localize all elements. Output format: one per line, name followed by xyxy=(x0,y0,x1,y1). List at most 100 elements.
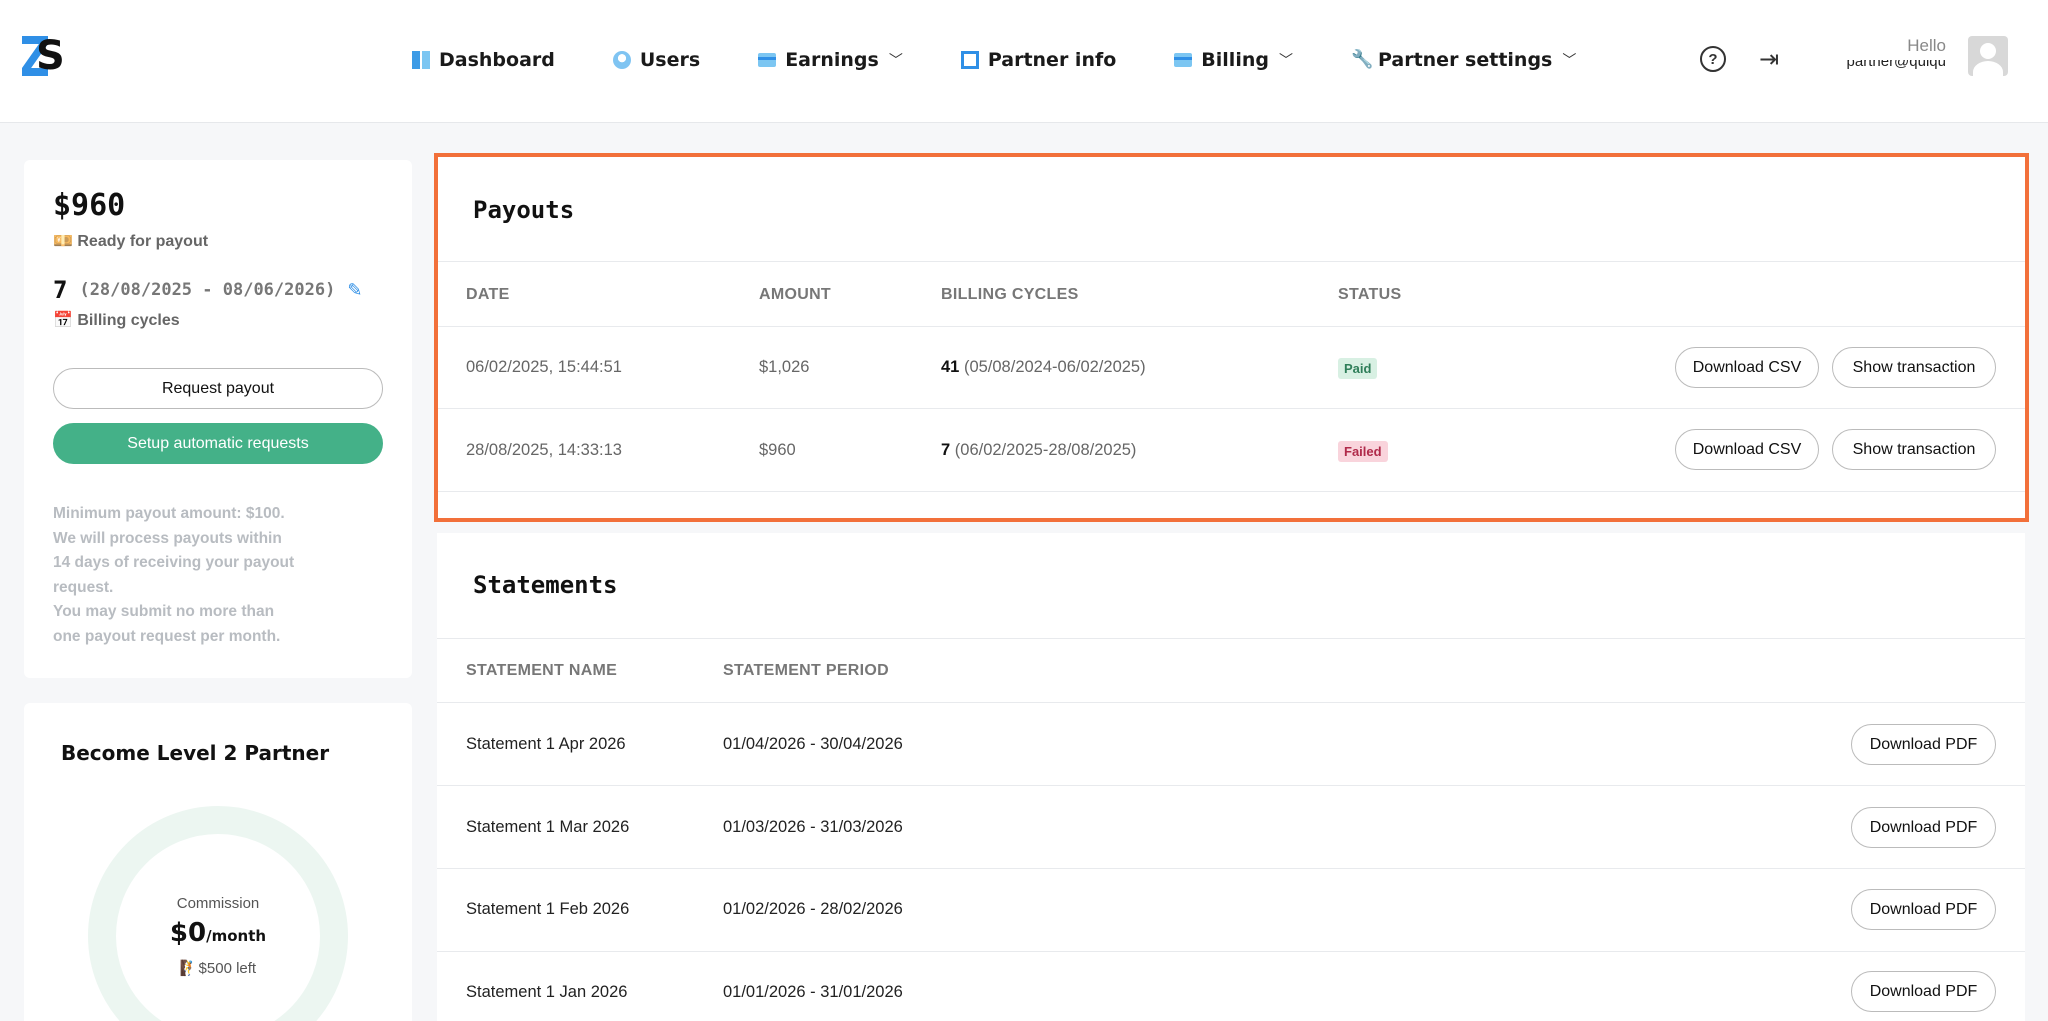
level-title: Become Level 2 Partner xyxy=(61,741,330,765)
nav-partner-settings-label: Partner settings xyxy=(1377,49,1553,71)
chevron-down-icon: ﹀ xyxy=(1562,53,1577,69)
dashboard-icon xyxy=(412,51,430,69)
divider xyxy=(437,261,2025,262)
setup-automatic-requests-button[interactable]: Setup automatic requests xyxy=(53,423,383,464)
user-name: partner@quiqu xyxy=(1846,60,1946,70)
nav-partner-info-label: Partner info xyxy=(987,49,1117,71)
nav-billing-label: Billing xyxy=(1201,49,1269,71)
nav-earnings-label: Earnings xyxy=(785,49,879,71)
payout-cycles-range: (05/08/2024-06/02/2025) xyxy=(959,358,1146,376)
hello-text: Hello xyxy=(1907,36,1946,55)
payout-info-line: You may submit no more than xyxy=(53,603,275,620)
payout-info-line: We will process payouts within xyxy=(53,529,282,547)
nav-billing[interactable]: Billing ﹀ xyxy=(1174,49,1293,71)
avatar[interactable] xyxy=(1968,36,2008,76)
divider xyxy=(437,326,2025,327)
nav-dashboard-label: Dashboard xyxy=(439,49,555,71)
statement-name: Statement 1 Jan 2026 xyxy=(466,983,628,1001)
payout-amount-cell: $960 xyxy=(759,441,796,459)
payout-info-text: Minimum payout amount: $100. We will pro… xyxy=(53,502,323,649)
column-header-date: DATE xyxy=(466,286,510,303)
wrench-icon: 🔧 xyxy=(1350,49,1374,70)
statement-name: Statement 1 Apr 2026 xyxy=(466,735,626,753)
column-header-status: STATUS xyxy=(1338,286,1402,303)
edit-pencil-icon[interactable]: ✎ xyxy=(347,280,362,301)
card-icon xyxy=(758,53,777,67)
commission-remaining: 🧗$500 left xyxy=(179,960,257,977)
balance-card: $960 💴 Ready for payout 7 (28/08/2025 - … xyxy=(24,160,412,678)
payout-info-line: 14 days of receiving your payout xyxy=(53,554,295,571)
download-csv-button[interactable]: Download CSV xyxy=(1675,429,1819,470)
nav-users-label: Users xyxy=(639,49,701,71)
nav-users[interactable]: Users xyxy=(612,49,701,71)
commission-unit: /month xyxy=(206,927,267,945)
payout-amount-cell: $1,026 xyxy=(759,358,810,376)
statement-period: 01/01/2026 - 31/01/2026 xyxy=(723,983,903,1001)
level-card: Become Level 2 Partner Commission $0/mon… xyxy=(24,703,412,1021)
payout-cycles-count: 7 xyxy=(941,441,951,459)
user-icon xyxy=(612,51,631,69)
payout-date: 28/08/2025, 14:33:13 xyxy=(466,441,622,459)
divider xyxy=(437,868,2025,869)
status-badge: Paid xyxy=(1338,358,1378,379)
payout-billing-cycles: 7 (06/02/2025-28/08/2025) xyxy=(941,441,1136,460)
ready-for-payout-label: 💴 Ready for payout xyxy=(53,233,209,250)
commission-value: $0/month xyxy=(24,918,412,948)
download-pdf-button[interactable]: Download PDF xyxy=(1851,889,1996,930)
commission-amount: $0 xyxy=(169,918,207,948)
nav-right: ? ⇥ Hello partner@quiqu xyxy=(1700,34,2008,84)
nav-earnings[interactable]: Earnings ﹀ xyxy=(758,49,903,71)
statement-name: Statement 1 Feb 2026 xyxy=(466,900,630,918)
download-pdf-button[interactable]: Download PDF xyxy=(1851,971,1996,1012)
user-menu[interactable]: Hello partner@quiqu xyxy=(1847,34,2008,84)
commission-label: Commission xyxy=(176,895,260,912)
statement-period: 01/04/2026 - 30/04/2026 xyxy=(723,735,903,753)
payout-cycles-count: 41 xyxy=(941,358,960,376)
billing-cycles-count: 7 xyxy=(53,276,68,304)
download-csv-button[interactable]: Download CSV xyxy=(1675,347,1819,388)
payout-amount: $960 xyxy=(53,188,126,223)
top-navigation: S Dashboard Users Earnings ﹀ Partner inf… xyxy=(0,0,2048,123)
payout-date: 06/02/2025, 15:44:51 xyxy=(466,358,622,376)
statement-name: Statement 1 Mar 2026 xyxy=(466,818,630,836)
payout-info-line: Minimum payout amount: $100. xyxy=(53,505,285,522)
divider xyxy=(437,638,2025,639)
payout-info-line: request. xyxy=(53,578,114,596)
nav-partner-info[interactable]: Partner info xyxy=(960,49,1117,71)
billing-cycles-row: 7 (28/08/2025 - 08/06/2026) ✎ xyxy=(53,276,362,304)
card-icon xyxy=(1174,53,1193,67)
nav-partner-settings[interactable]: 🔧 Partner settings ﹀ xyxy=(1351,49,1576,71)
main-menu: Dashboard Users Earnings ﹀ Partner info … xyxy=(412,40,1634,80)
chevron-down-icon: ﹀ xyxy=(1278,53,1293,69)
show-transaction-button[interactable]: Show transaction xyxy=(1832,429,1996,470)
request-payout-button[interactable]: Request payout xyxy=(53,368,383,409)
download-pdf-button[interactable]: Download PDF xyxy=(1851,807,1996,848)
column-header-billing-cycles: BILLING CYCLES xyxy=(941,286,1079,303)
divider xyxy=(437,491,2025,492)
logo[interactable]: S xyxy=(22,33,65,79)
payout-cycles-range: (06/02/2025-28/08/2025) xyxy=(950,441,1137,459)
billing-cycles-range: (28/08/2025 - 08/06/2026) xyxy=(79,280,336,300)
column-header-statement-period: STATEMENT PERIOD xyxy=(723,662,889,679)
divider xyxy=(437,408,2025,409)
statement-period: 01/03/2026 - 31/03/2026 xyxy=(723,818,903,836)
column-header-statement-name: STATEMENT NAME xyxy=(466,662,618,679)
billing-cycles-label: 📅 Billing cycles xyxy=(53,312,180,329)
status-badge: Failed xyxy=(1338,441,1388,462)
statements-panel: Statements STATEMENT NAME STATEMENT PERI… xyxy=(437,533,2025,1021)
show-transaction-button[interactable]: Show transaction xyxy=(1832,347,1996,388)
payouts-title: Payouts xyxy=(473,196,575,224)
column-header-amount: AMOUNT xyxy=(759,286,832,303)
statement-period: 01/02/2026 - 28/02/2026 xyxy=(723,900,903,918)
statements-title: Statements xyxy=(473,571,618,599)
download-pdf-button[interactable]: Download PDF xyxy=(1851,724,1996,765)
help-icon[interactable]: ? xyxy=(1700,46,1726,72)
nav-dashboard[interactable]: Dashboard xyxy=(412,49,555,71)
divider xyxy=(437,702,2025,703)
chevron-down-icon: ﹀ xyxy=(888,53,903,69)
divider xyxy=(437,951,2025,952)
divider xyxy=(437,785,2025,786)
logout-icon[interactable]: ⇥ xyxy=(1756,46,1782,73)
partner-square-icon xyxy=(960,51,979,69)
payouts-panel: Payouts DATE AMOUNT BILLING CYCLES STATU… xyxy=(437,156,2025,519)
